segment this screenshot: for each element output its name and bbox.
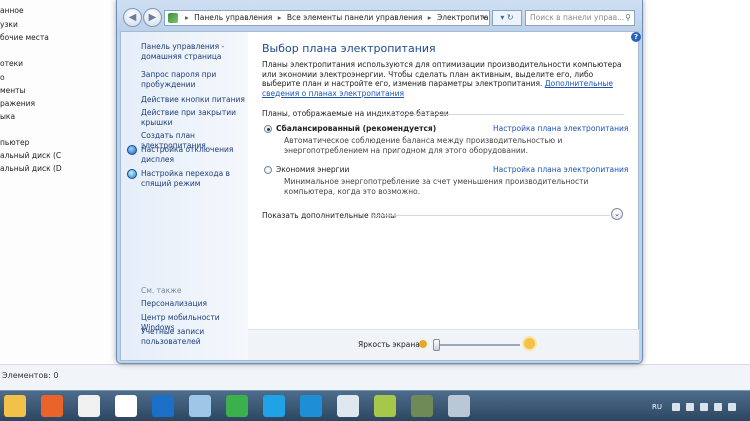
- main-panel: Выбор плана электропитания Планы электро…: [248, 32, 639, 360]
- sidebar-link-wake-password[interactable]: Запрос пароля при пробуждении: [141, 70, 245, 90]
- background-explorer-pane: анное узки бочие места отеки о менты раж…: [0, 0, 118, 364]
- plan-saver-radio[interactable]: [264, 166, 272, 174]
- skype-icon[interactable]: [263, 395, 285, 417]
- power-options-window: ◀ ▶ ▸ Панель управления ▸ Все элементы п…: [116, 0, 643, 364]
- tray-flag-icon[interactable]: [672, 403, 680, 411]
- sidebar-link-sleep[interactable]: Настройка перехода в спящий режим: [141, 169, 245, 189]
- sidebar-link-lid-close[interactable]: Действие при закрытии крышки: [141, 108, 245, 128]
- plan-balanced-description: Автоматическое соблюдение баланса между …: [284, 136, 563, 155]
- sidebar-link-display-off[interactable]: Настройка отключения дисплея: [141, 145, 245, 165]
- expand-more-plans-button[interactable]: ⌄: [611, 208, 623, 220]
- bg-nav-item[interactable]: узки: [0, 20, 18, 29]
- window-icon[interactable]: [448, 395, 470, 417]
- control-panel-icon: [168, 13, 178, 23]
- see-also-link-personalization[interactable]: Персонализация: [141, 299, 245, 309]
- app-icon[interactable]: [189, 395, 211, 417]
- sleep-globe-icon: [127, 169, 137, 179]
- bg-nav-item[interactable]: анное: [0, 6, 24, 15]
- back-button[interactable]: ◀: [123, 8, 142, 27]
- breadcrumb-arrow-icon[interactable]: ▸: [428, 13, 432, 22]
- search-input[interactable]: Поиск в панели управ... ⚲: [525, 10, 635, 26]
- bg-nav-item[interactable]: менты: [0, 86, 25, 95]
- address-dropdown-icon[interactable]: ▾: [482, 11, 486, 25]
- sidebar-link-power-button[interactable]: Действие кнопки питания: [141, 95, 245, 105]
- brightness-label: Яркость экрана:: [358, 340, 423, 349]
- dropdown-icon: ▾: [500, 13, 505, 22]
- plan-saver-settings-link[interactable]: Настройка плана электропитания: [493, 165, 628, 174]
- chevron-down-icon: ⌄: [614, 210, 620, 218]
- yandex-icon[interactable]: [115, 395, 137, 417]
- teamviewer-icon[interactable]: [152, 395, 174, 417]
- bg-nav-item[interactable]: ражения: [0, 99, 35, 108]
- address-bar[interactable]: ▸ Панель управления ▸ Все элементы панел…: [164, 10, 490, 26]
- taskbar: RU: [0, 390, 750, 421]
- help-icon[interactable]: ?: [631, 32, 641, 42]
- refresh-icon: ↻: [506, 13, 514, 22]
- status-text: Элементов: 0: [2, 371, 59, 380]
- user-app-icon[interactable]: [337, 395, 359, 417]
- plan-balanced-settings-link[interactable]: Настройка плана электропитания: [493, 124, 628, 133]
- background-desktop-right: [643, 0, 750, 364]
- breadcrumb-arrow-icon[interactable]: ▸: [278, 13, 282, 22]
- task-sidebar: Панель управления - домашняя страница За…: [121, 32, 248, 360]
- page-description: Планы электропитания используются для оп…: [262, 60, 630, 98]
- media-player-icon[interactable]: [41, 395, 63, 417]
- sidebar-link-home[interactable]: Панель управления - домашняя страница: [141, 42, 245, 62]
- search-icon[interactable]: ⚲: [625, 11, 631, 25]
- bg-nav-item[interactable]: альный диск (D: [0, 164, 62, 173]
- tray-battery-icon[interactable]: [700, 403, 708, 411]
- brightness-footer: Яркость экрана:: [248, 329, 639, 360]
- brightness-high-icon: [524, 338, 535, 349]
- breadcrumb-item-control-panel[interactable]: Панель управления: [194, 13, 272, 22]
- bg-nav-item[interactable]: отеки: [0, 59, 23, 68]
- breadcrumb-item-all-items[interactable]: Все элементы панели управления: [287, 13, 423, 22]
- explorer-icon[interactable]: [4, 395, 26, 417]
- section-divider: [376, 114, 624, 115]
- more-plans-divider: [372, 215, 610, 216]
- brightness-slider-thumb[interactable]: [432, 339, 440, 351]
- camera-icon[interactable]: [411, 395, 433, 417]
- page-title: Выбор плана электропитания: [262, 42, 436, 55]
- plan-saver-description: Минимальное энергопотребление за счет ум…: [284, 177, 589, 196]
- display-icon: [127, 145, 137, 155]
- see-also-heading: См. также: [141, 286, 182, 295]
- bg-nav-item[interactable]: альный диск (С: [0, 151, 61, 160]
- background-status-bar: Элементов: 0: [0, 364, 750, 390]
- search-placeholder: Поиск в панели управ...: [530, 13, 625, 22]
- language-indicator[interactable]: RU: [652, 403, 662, 411]
- tray-network-icon[interactable]: [686, 403, 694, 411]
- brightness-slider[interactable]: [434, 344, 520, 346]
- window-content: Панель управления - домашняя страница За…: [120, 31, 641, 361]
- chrome-icon[interactable]: [226, 395, 248, 417]
- bg-nav-item[interactable]: бочие места: [0, 33, 49, 42]
- bg-nav-item[interactable]: о: [0, 73, 5, 82]
- breadcrumb-arrow-icon: ▸: [185, 13, 189, 22]
- bg-nav-item[interactable]: ыка: [0, 112, 15, 121]
- documents-icon[interactable]: [78, 395, 100, 417]
- brightness-low-icon: [419, 340, 427, 348]
- breadcrumb: ▸ Панель управления ▸ Все элементы панел…: [182, 11, 489, 25]
- tray-app-icon[interactable]: [728, 403, 736, 411]
- notes-icon[interactable]: [374, 395, 396, 417]
- plan-saver-name[interactable]: Экономия энергии: [276, 165, 349, 174]
- bg-nav-item[interactable]: пьютер: [0, 138, 29, 147]
- see-also-link-user-accounts[interactable]: Учетные записи пользователей: [141, 327, 245, 347]
- arrow-app-icon[interactable]: [300, 395, 322, 417]
- tray-volume-icon[interactable]: [714, 403, 722, 411]
- forward-button[interactable]: ▶: [143, 8, 162, 27]
- plan-balanced-radio[interactable]: [264, 125, 272, 133]
- refresh-button[interactable]: ▾ ↻: [492, 10, 522, 26]
- plan-balanced-name[interactable]: Сбалансированный (рекомендуется): [276, 124, 436, 133]
